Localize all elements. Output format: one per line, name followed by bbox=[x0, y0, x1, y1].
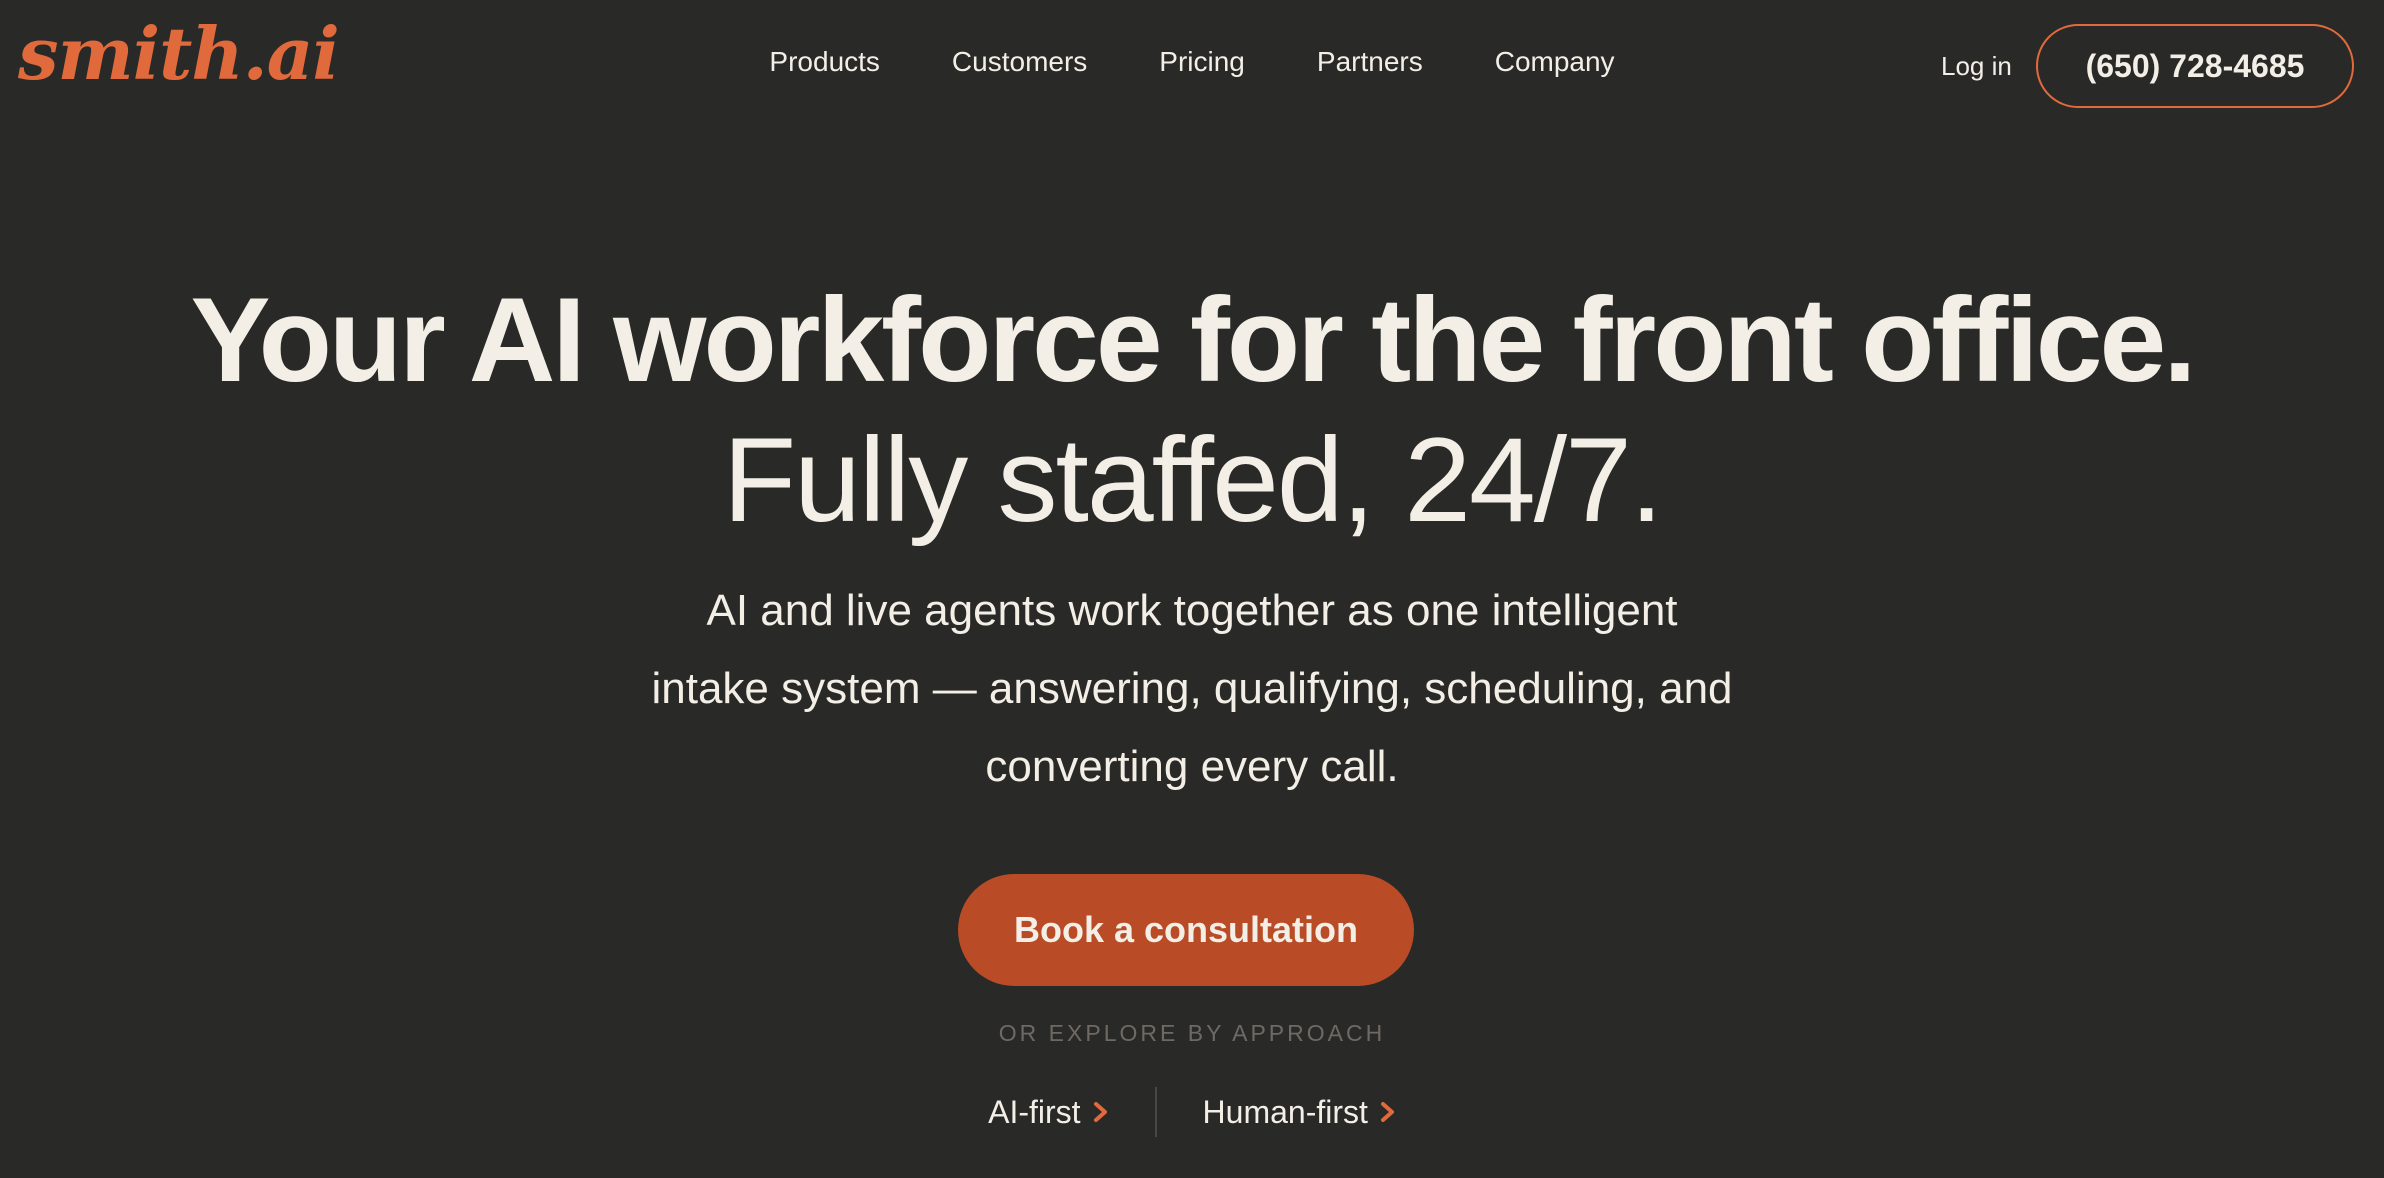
hero-section: Your AI workforce for the front office. … bbox=[0, 270, 2384, 806]
nav-partners[interactable]: Partners bbox=[1317, 40, 1423, 84]
ai-first-link[interactable]: AI-first bbox=[942, 1094, 1154, 1131]
human-first-link[interactable]: Human-first bbox=[1157, 1094, 1442, 1131]
hero-headline: Your AI workforce for the front office. bbox=[190, 273, 2196, 407]
nav-products[interactable]: Products bbox=[769, 40, 880, 84]
hero-description: AI and live agents work together as one … bbox=[651, 586, 1733, 791]
ai-first-label: AI-first bbox=[988, 1093, 1081, 1130]
nav-company[interactable]: Company bbox=[1495, 40, 1615, 84]
smith-ai-logo[interactable]: smith.ai bbox=[18, 18, 340, 90]
chevron-right-icon bbox=[1093, 1102, 1107, 1122]
site-header: smith.ai Products Customers Pricing Part… bbox=[0, 0, 2384, 130]
primary-nav: Products Customers Pricing Partners Comp… bbox=[0, 40, 2384, 84]
human-first-label: Human-first bbox=[1202, 1093, 1368, 1130]
nav-pricing[interactable]: Pricing bbox=[1159, 40, 1245, 84]
phone-button[interactable]: (650) 728-4685 bbox=[2036, 24, 2354, 108]
book-consultation-button[interactable]: Book a consultation bbox=[958, 874, 1414, 986]
hero-subheadline: Fully staffed, 24/7. bbox=[722, 413, 1663, 547]
nav-customers[interactable]: Customers bbox=[952, 40, 1087, 84]
login-link[interactable]: Log in bbox=[1941, 44, 2012, 88]
approach-links: AI-first Human-first bbox=[0, 1086, 2384, 1138]
explore-by-approach-label: OR EXPLORE BY APPROACH bbox=[998, 1020, 1386, 1046]
chevron-right-icon bbox=[1380, 1102, 1394, 1122]
